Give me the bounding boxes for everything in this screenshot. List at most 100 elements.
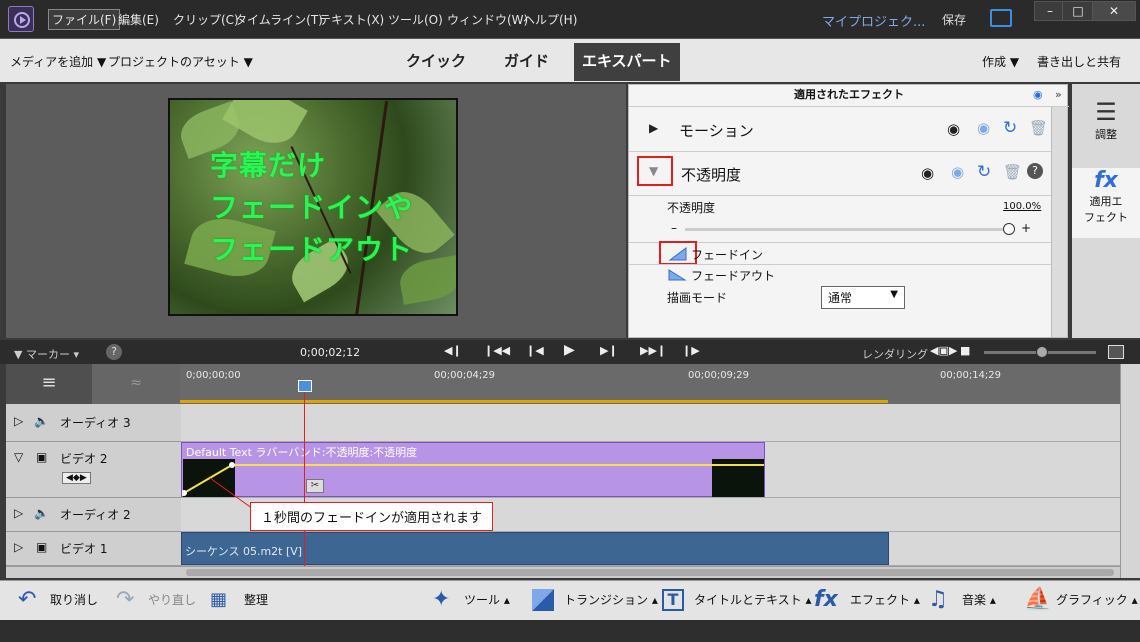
eye-icon[interactable]: ◉ xyxy=(921,164,934,182)
panel-expand-icon[interactable]: » xyxy=(1055,88,1062,101)
slider-plus-icon[interactable]: + xyxy=(1021,221,1031,235)
transition-button[interactable]: トランジション ▴ xyxy=(564,591,658,608)
menu-clip[interactable]: クリップ(C) xyxy=(173,11,239,28)
step-forward-icon[interactable]: ▶❙ xyxy=(600,344,618,357)
music-icon[interactable]: ♫ xyxy=(928,587,948,612)
track-header-audio3[interactable]: ▷ 🔈 オーディオ 3 xyxy=(6,404,181,442)
maximize-button[interactable]: □ xyxy=(1062,1,1094,21)
effect-row-opacity[interactable]: ▼ 不透明度 ◉ ◉ ↻ 🗑 ? xyxy=(629,152,1051,196)
zoom-slider[interactable] xyxy=(984,346,1096,358)
music-button[interactable]: 音楽 ▴ xyxy=(962,591,996,608)
current-timecode[interactable]: 0;00;02;12 xyxy=(300,346,360,359)
playhead-handle[interactable] xyxy=(298,380,312,392)
audio-view-icon[interactable]: ≈ xyxy=(92,364,180,404)
tab-expert[interactable]: エキスパート xyxy=(574,43,680,81)
go-to-start-icon[interactable]: ❙◀◀ xyxy=(484,344,510,357)
menu-file[interactable]: ファイル(F) xyxy=(48,9,121,30)
tools-button[interactable]: ツール ▴ xyxy=(464,591,510,608)
track-header-audio2[interactable]: ▷ 🔈 オーディオ 2 xyxy=(6,498,181,532)
timeline-ruler[interactable]: 0;00;00;00 00;00;04;29 00;00;09;29 00;00… xyxy=(180,364,1120,404)
create-menu[interactable]: 作成 ▼ xyxy=(982,53,1019,70)
help-icon[interactable]: ? xyxy=(1027,163,1043,179)
scissors-icon[interactable]: ✂ xyxy=(306,479,324,493)
effect-row-motion[interactable]: ▶ モーション ◉ ◉ ↻ 🗑 xyxy=(629,108,1051,152)
trash-icon[interactable]: 🗑 xyxy=(1029,119,1048,137)
track-lane-video1[interactable]: シーケンス 05.m2t [V] xyxy=(181,532,1120,566)
transition-icon[interactable] xyxy=(532,589,554,611)
timeline-scrollbar[interactable] xyxy=(6,566,1120,578)
play-icon[interactable]: ▶ xyxy=(564,342,575,358)
expand-arrow-highlight[interactable]: ▼ xyxy=(637,156,673,186)
keyframe-icon[interactable]: ◉ xyxy=(951,163,964,181)
timeline-vscrollbar[interactable] xyxy=(1120,364,1140,578)
project-name[interactable]: マイプロジェク... xyxy=(822,11,925,30)
eye-icon[interactable]: ◉ xyxy=(947,120,960,138)
panel-options-icon[interactable]: ◉ xyxy=(1033,88,1043,101)
redo-button[interactable]: やり直し xyxy=(148,591,196,608)
graphics-button[interactable]: グラフィック ▴ xyxy=(1056,591,1138,608)
close-button[interactable]: ✕ xyxy=(1092,1,1136,21)
organize-button[interactable]: 整理 xyxy=(244,591,268,608)
graphics-icon[interactable]: ⛵ xyxy=(1024,587,1051,612)
zoom-out-icon[interactable]: ■ xyxy=(960,344,970,357)
menu-text[interactable]: テキスト(X) xyxy=(319,11,384,28)
track-size-icon[interactable]: ◀▣▶ xyxy=(930,344,957,357)
menu-timeline[interactable]: タイムライン(T) xyxy=(235,11,323,28)
render-button[interactable]: レンダリング xyxy=(862,346,928,362)
tools-icon[interactable]: ✦ xyxy=(432,587,450,612)
zoom-slider-knob[interactable] xyxy=(1036,346,1048,358)
monitor-video[interactable]: 字幕だけ フェードインや フェードアウト xyxy=(168,98,458,316)
fade-out-icon[interactable] xyxy=(667,266,687,282)
track-lane-video2[interactable]: Default Text ラバーバンド:不透明度:不透明度 ✂ xyxy=(181,442,1120,498)
timeline-view-icon[interactable]: ≡ xyxy=(6,364,92,404)
video1-clip[interactable]: シーケンス 05.m2t [V] xyxy=(181,532,889,565)
opacity-value[interactable]: 100.0% xyxy=(1003,201,1041,212)
reset-icon[interactable]: ↻ xyxy=(977,162,991,182)
expand-arrow-icon[interactable]: ▷ xyxy=(14,540,23,554)
help-icon[interactable]: ? xyxy=(106,344,122,360)
go-to-end-icon[interactable]: ▶▶❙ xyxy=(640,344,666,357)
speaker-icon[interactable]: 🔈 xyxy=(34,414,49,428)
adjust-button[interactable]: ☰ 調整 xyxy=(1072,98,1140,168)
collapse-arrow-icon[interactable]: ▽ xyxy=(14,450,23,464)
reset-icon[interactable]: ↻ xyxy=(1003,118,1017,138)
menu-help[interactable]: ヘルプ(H) xyxy=(523,11,577,28)
title-text-icon[interactable]: T xyxy=(662,589,684,611)
menu-window[interactable]: ウィンドウ(W) xyxy=(447,11,528,28)
track-header-video1[interactable]: ▷ ▣ ビデオ 1 xyxy=(6,532,181,566)
go-to-out-icon[interactable]: ❙▶ xyxy=(682,344,700,357)
add-media-menu[interactable]: メディアを追加 ▼ xyxy=(10,53,106,70)
organize-icon[interactable]: ▦ xyxy=(210,589,227,610)
film-icon[interactable]: ▣ xyxy=(36,540,47,554)
expand-arrow-icon[interactable]: ▷ xyxy=(14,506,23,520)
effects-icon[interactable]: fx xyxy=(814,587,838,612)
blend-mode-select[interactable]: 通常 ▼ xyxy=(821,286,905,309)
effects-button[interactable]: エフェクト ▴ xyxy=(850,591,920,608)
expand-arrow-icon[interactable]: ▷ xyxy=(14,414,23,428)
fade-out-button[interactable]: フェードアウト xyxy=(691,267,775,284)
title-text-button[interactable]: タイトルとテキスト ▴ xyxy=(694,591,812,608)
redo-icon[interactable]: ↷ xyxy=(116,587,134,612)
marker-menu[interactable]: ▼ マーカー ▾ xyxy=(14,346,79,362)
fullscreen-icon[interactable] xyxy=(990,9,1012,27)
trash-icon[interactable]: 🗑 xyxy=(1003,163,1022,181)
project-assets-menu[interactable]: プロジェクトのアセット ▼ xyxy=(108,53,253,70)
applied-effects-button[interactable]: fx 適用エ フェクト xyxy=(1072,168,1140,238)
zoom-in-icon[interactable] xyxy=(1108,345,1124,359)
collapse-arrow-icon[interactable]: ▼ xyxy=(649,164,658,178)
scrollbar-thumb[interactable] xyxy=(186,569,1114,576)
panel-scrollbar[interactable] xyxy=(1051,107,1067,337)
speaker-icon[interactable]: 🔈 xyxy=(34,506,49,520)
fade-in-button[interactable]: フェードイン xyxy=(691,246,763,263)
slider-minus-icon[interactable]: – xyxy=(671,221,677,235)
tab-quick[interactable]: クイック xyxy=(398,49,474,79)
undo-button[interactable]: 取り消し xyxy=(50,591,98,608)
film-icon[interactable]: ▣ xyxy=(36,450,47,464)
expand-arrow-icon[interactable]: ▶ xyxy=(649,121,658,135)
menu-edit[interactable]: 編集(E) xyxy=(118,11,159,28)
keyframe-icon[interactable]: ◉ xyxy=(977,119,990,137)
menu-tools[interactable]: ツール(O) xyxy=(388,11,443,28)
track-header-video2[interactable]: ▽ ▣ ビデオ 2 ◀◆▶ xyxy=(6,442,181,498)
opacity-slider[interactable] xyxy=(685,223,1015,235)
tab-guided[interactable]: ガイド xyxy=(496,49,557,79)
